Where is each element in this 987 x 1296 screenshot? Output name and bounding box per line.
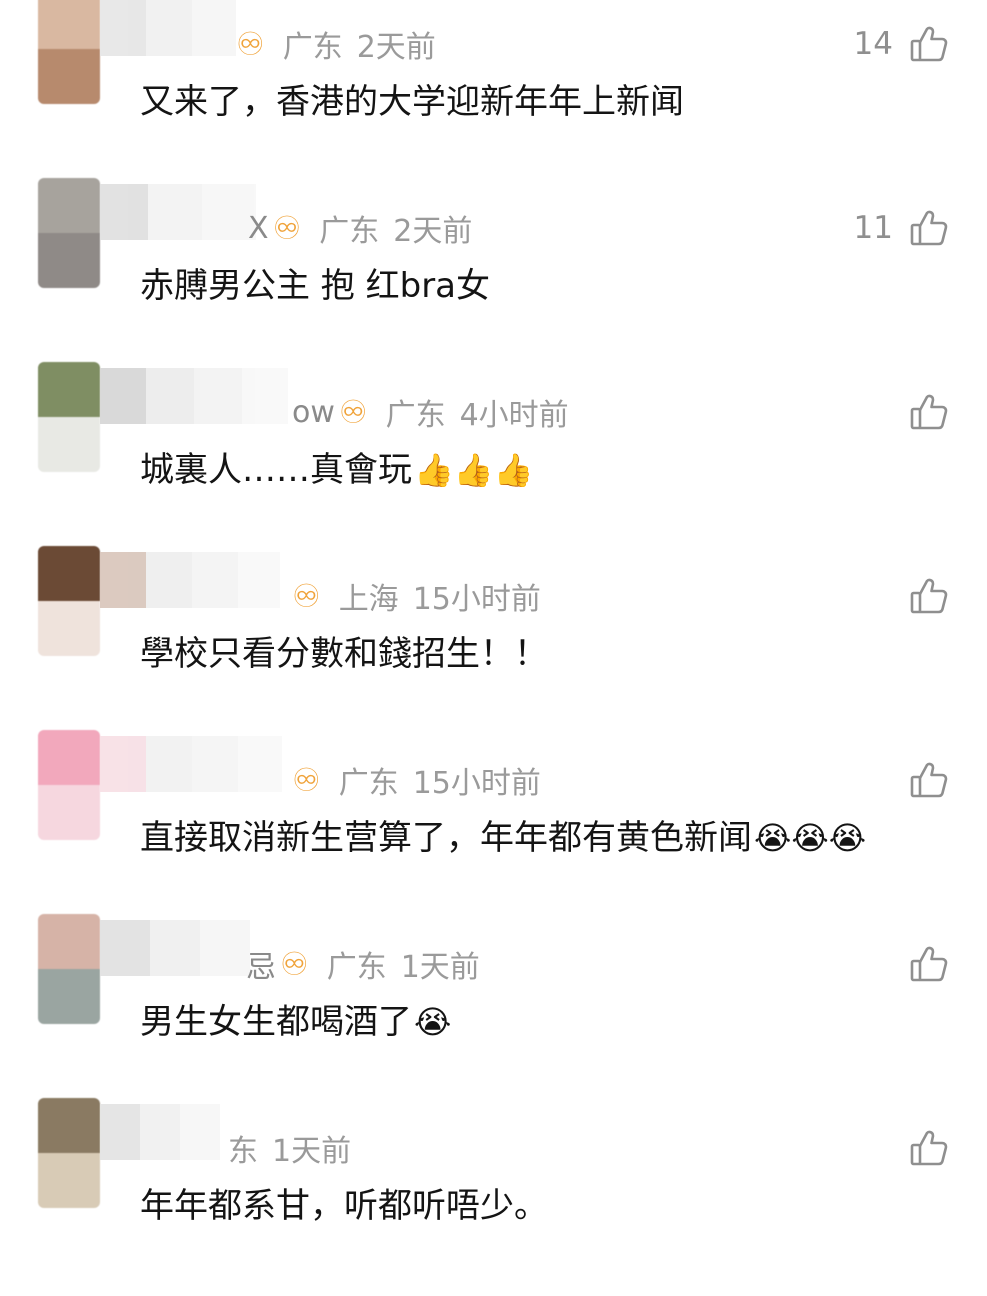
- comment-item[interactable]: ow ♾ 广东 4小时前 城裏人……真會玩👍👍👍: [0, 362, 987, 560]
- comment-meta: 忌 ♾ 广东 1天前: [246, 942, 480, 986]
- username-mosaic[interactable]: [100, 736, 282, 792]
- ip-location: 广东: [385, 398, 446, 433]
- avatar[interactable]: [38, 730, 100, 840]
- comment-text[interactable]: 赤膊男公主 抱 红bra女: [140, 262, 492, 310]
- vip-badge-icon: ♾: [292, 577, 321, 615]
- comment-text-content: 又来了，香港的大学迎新年年上新闻: [140, 82, 684, 122]
- comment-meta: ♾ 广东 2天前: [232, 22, 436, 66]
- like-count: 14: [853, 26, 893, 62]
- vip-badge-icon: ♾: [338, 393, 368, 431]
- comment-time: 4小时前: [459, 398, 569, 433]
- username-mosaic[interactable]: [100, 184, 256, 240]
- comment-text-content: 學校只看分數和錢招生！！: [140, 634, 548, 674]
- ip-location: 广东: [282, 30, 343, 65]
- comment-time: 15小时前: [412, 582, 541, 617]
- username-mosaic[interactable]: [100, 0, 236, 56]
- avatar[interactable]: [38, 362, 100, 472]
- comment-meta: 东 1天前: [224, 1126, 351, 1170]
- thumbs-up-icon: [910, 210, 948, 246]
- like-button[interactable]: [893, 572, 949, 620]
- vip-badge-icon: ♾: [236, 25, 265, 63]
- comment-meta: X ♾ 广东 2天前: [248, 206, 472, 250]
- ip-location: 广东: [338, 766, 399, 801]
- thumbs-up-icon: [910, 578, 948, 614]
- ip-location: 东: [228, 1134, 258, 1169]
- avatar[interactable]: [38, 1098, 100, 1208]
- like-count: 11: [853, 210, 893, 246]
- username-mosaic[interactable]: [100, 552, 280, 608]
- username-tail[interactable]: ow: [292, 395, 335, 430]
- comment-time: 1天前: [272, 1134, 352, 1169]
- comment-meta: ow ♾ 广东 4小时前: [292, 390, 569, 434]
- comment-text[interactable]: 城裏人……真會玩👍👍👍: [140, 446, 534, 494]
- comment-text-content: 城裏人……真會玩: [140, 450, 412, 490]
- emoji-inline: 👍👍👍: [414, 451, 534, 489]
- comment-item[interactable]: ♾ 上海 15小时前 學校只看分數和錢招生！！: [0, 546, 987, 744]
- ip-location: 上海: [338, 582, 399, 617]
- avatar[interactable]: [38, 546, 100, 656]
- comment-text[interactable]: 直接取消新生营算了，年年都有黄色新闻😭😭😭: [140, 814, 866, 862]
- comment-item[interactable]: 忌 ♾ 广东 1天前 男生女生都喝酒了😭: [0, 914, 987, 1112]
- like-button[interactable]: [893, 1124, 949, 1172]
- username-mosaic[interactable]: [100, 368, 288, 424]
- comment-text-content: 年年都系甘，听都听唔少。: [140, 1186, 548, 1226]
- thumbs-up-icon: [910, 1130, 948, 1166]
- comment-time: 2天前: [393, 214, 473, 249]
- like-button[interactable]: [893, 388, 949, 436]
- comment-item[interactable]: 东 1天前 年年都系甘，听都听唔少。: [0, 1098, 987, 1296]
- username-mosaic[interactable]: [100, 1104, 220, 1160]
- comment-meta: ♾ 上海 15小时前: [288, 574, 541, 618]
- comment-time: 2天前: [356, 30, 436, 65]
- comment-list: ♾ 广东 2天前 14 又来了，香港的大学迎新年年上新闻 X ♾ 广东 2天前 …: [0, 0, 987, 1280]
- comment-time: 1天前: [400, 950, 480, 985]
- comment-meta: ♾ 广东 15小时前: [288, 758, 541, 802]
- username-tail[interactable]: 忌: [246, 942, 276, 986]
- comment-item[interactable]: X ♾ 广东 2天前 11 赤膊男公主 抱 红bra女: [0, 178, 987, 376]
- vip-badge-icon: ♾: [292, 761, 321, 799]
- avatar[interactable]: [38, 0, 100, 104]
- username-mosaic[interactable]: [100, 920, 250, 976]
- avatar[interactable]: [38, 914, 100, 1024]
- ip-location: 广东: [319, 214, 380, 249]
- comment-text[interactable]: 男生女生都喝酒了😭: [140, 998, 451, 1046]
- comment-item[interactable]: ♾ 广东 2天前 14 又来了，香港的大学迎新年年上新闻: [0, 0, 987, 192]
- comment-text-content: 直接取消新生营算了，年年都有黄色新闻: [140, 818, 752, 858]
- thumbs-up-icon: [910, 946, 948, 982]
- avatar[interactable]: [38, 178, 100, 288]
- emoji-inline: 😭😭😭: [754, 819, 867, 857]
- vip-badge-icon: ♾: [280, 945, 309, 983]
- emoji-inline: 😭: [414, 1003, 452, 1041]
- like-button[interactable]: 14: [854, 20, 949, 68]
- thumbs-up-icon: [910, 762, 948, 798]
- ip-location: 广东: [326, 950, 387, 985]
- comment-text[interactable]: 學校只看分數和錢招生！！: [140, 630, 550, 678]
- comment-text[interactable]: 年年都系甘，听都听唔少。: [140, 1182, 550, 1230]
- thumbs-up-icon: [910, 26, 948, 62]
- comment-text-content: 赤膊男公主 抱 红bra女: [140, 266, 491, 306]
- thumbs-up-icon: [910, 394, 948, 430]
- like-button[interactable]: 11: [854, 204, 949, 252]
- comment-time: 15小时前: [412, 766, 541, 801]
- username-tail[interactable]: X: [248, 211, 269, 246]
- comment-text[interactable]: 又来了，香港的大学迎新年年上新闻: [140, 78, 686, 126]
- vip-badge-icon: ♾: [272, 209, 302, 247]
- comment-text-content: 男生女生都喝酒了: [140, 1002, 412, 1042]
- like-button[interactable]: [893, 756, 949, 804]
- comment-item[interactable]: ♾ 广东 15小时前 直接取消新生营算了，年年都有黄色新闻😭😭😭: [0, 730, 987, 928]
- like-button[interactable]: [893, 940, 949, 988]
